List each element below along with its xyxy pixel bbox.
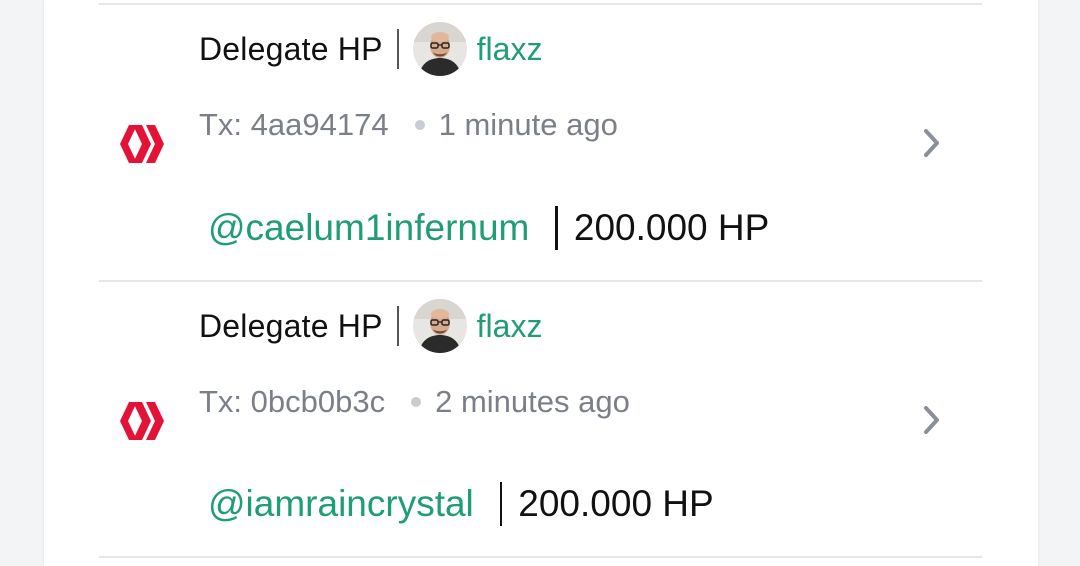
bullet-dot xyxy=(411,397,422,407)
hive-logo-icon xyxy=(120,402,164,440)
delegation-detail: @caelum1infernum 200.000 HP xyxy=(208,204,769,252)
timestamp: 2 minutes ago xyxy=(435,384,630,419)
item-header: Delegate HP flaxz xyxy=(199,298,542,354)
feed-item[interactable]: Delegate HP flaxz Tx: 0bcb0b3c 2 minutes… xyxy=(0,281,1080,559)
separator xyxy=(396,29,399,69)
user-link[interactable]: flaxz xyxy=(477,308,543,345)
tx-meta: Tx: 0bcb0b3c 2 minutes ago xyxy=(199,384,630,420)
tx-id[interactable]: Tx: 0bcb0b3c xyxy=(199,384,385,420)
amount: 200.000 HP xyxy=(573,207,770,248)
chevron-right-icon[interactable] xyxy=(918,402,946,438)
tx-meta: Tx: 4aa94174 1 minute ago xyxy=(199,107,618,143)
separator xyxy=(499,482,503,526)
hive-logo-icon xyxy=(120,125,164,163)
amount: 200.000 HP xyxy=(518,483,714,524)
delegatee-link[interactable]: @caelum1infernum xyxy=(208,207,529,249)
chevron-right-icon[interactable] xyxy=(918,125,946,161)
user-avatar[interactable] xyxy=(412,22,467,76)
separator xyxy=(396,306,399,346)
user-avatar[interactable] xyxy=(412,299,467,353)
divider xyxy=(99,556,982,558)
separator xyxy=(555,206,558,250)
bullet-dot xyxy=(414,120,425,130)
user-link[interactable]: flaxz xyxy=(477,31,543,68)
tx-id[interactable]: Tx: 4aa94174 xyxy=(199,107,389,143)
operation-label: Delegate HP xyxy=(199,307,383,344)
item-header: Delegate HP flaxz xyxy=(199,21,542,77)
timestamp: 1 minute ago xyxy=(438,107,618,142)
delegatee-link[interactable]: @iamraincrystal xyxy=(208,483,474,525)
delegation-detail: @iamraincrystal 200.000 HP xyxy=(208,480,714,528)
operation-label: Delegate HP xyxy=(199,30,383,67)
feed-item[interactable]: Delegate HP flaxz Tx: 4aa94174 1 minute … xyxy=(0,4,1080,282)
